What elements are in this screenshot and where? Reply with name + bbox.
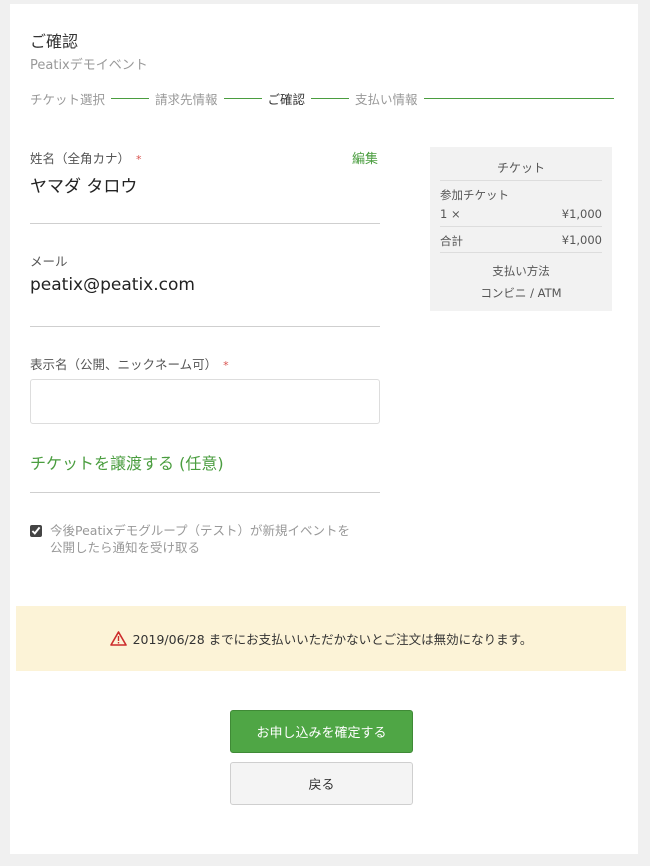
name-value: ヤマダ タロウ	[30, 177, 138, 197]
summary-divider	[440, 252, 602, 253]
payment-deadline-warning: 2019/06/28 までにお支払いいただかないとご注文は無効になります。	[16, 606, 626, 671]
step-connector	[423, 97, 614, 99]
step-connector	[111, 97, 150, 99]
summary-title: チケット	[496, 161, 545, 175]
notify-checkbox[interactable]	[30, 525, 42, 537]
event-name: Peatixデモイベント	[30, 58, 148, 73]
divider	[30, 223, 380, 224]
email-label: メール	[30, 254, 68, 269]
required-mark: *	[223, 359, 229, 372]
total-label: 合計	[440, 234, 463, 248]
warning-text: 2019/06/28 までにお支払いいただかないとご注文は無効になります。	[132, 632, 533, 647]
progress-steps: チケット選択 請求先情報 ご確認 支払い情報	[30, 88, 614, 108]
step-ticket-select: チケット選択	[30, 91, 106, 107]
divider	[30, 492, 380, 493]
notify-text: 今後Peatixデモグループ（テスト）が新規イベントを 公開したら通知を受け取る	[50, 522, 380, 556]
ticket-qty: 1 ×	[440, 207, 461, 221]
order-summary: チケット 参加チケット 1 × ¥1,000 合計 ¥1,000 支払い方法 コ…	[430, 147, 612, 311]
step-connector	[223, 97, 262, 99]
display-name-label-text: 表示名（公開、ニックネーム可）	[30, 357, 218, 372]
checkout-card: ご確認 Peatixデモイベント チケット選択 請求先情報 ご確認 支払い情報 …	[10, 4, 638, 854]
notify-text-line2: 公開したら通知を受け取る	[50, 540, 201, 555]
back-button[interactable]: 戻る	[230, 762, 413, 805]
step-payment-info: 支払い情報	[355, 91, 418, 107]
display-name-input[interactable]	[30, 379, 380, 424]
name-label-text: 姓名（全角カナ）	[30, 151, 131, 166]
step-billing-info: 請求先情報	[155, 91, 218, 107]
step-confirm: ご確認	[267, 91, 306, 107]
transfer-ticket-link[interactable]: チケットを譲渡する (任意)	[30, 450, 224, 474]
ticket-price: ¥1,000	[561, 207, 602, 221]
summary-divider	[440, 226, 602, 227]
divider	[30, 326, 380, 327]
warning-icon	[109, 631, 127, 646]
total-value: ¥1,000	[561, 233, 602, 247]
payment-method-value: コンビニ / ATM	[480, 286, 562, 300]
confirm-order-button[interactable]: お申し込みを確定する	[230, 710, 413, 753]
required-mark: *	[136, 153, 142, 166]
summary-divider	[440, 180, 602, 181]
name-field-label: 姓名（全角カナ） *	[30, 148, 142, 167]
page-title: ご確認	[30, 32, 79, 51]
step-connector	[311, 97, 350, 99]
email-value: peatix@peatix.com	[30, 275, 195, 295]
edit-link[interactable]: 編集	[352, 148, 378, 167]
ticket-type: 参加チケット	[440, 188, 509, 202]
payment-method-label: 支払い方法	[492, 264, 550, 278]
notify-text-line1: 今後Peatixデモグループ（テスト）が新規イベントを	[50, 523, 350, 538]
display-name-field-label: 表示名（公開、ニックネーム可） *	[30, 354, 229, 373]
